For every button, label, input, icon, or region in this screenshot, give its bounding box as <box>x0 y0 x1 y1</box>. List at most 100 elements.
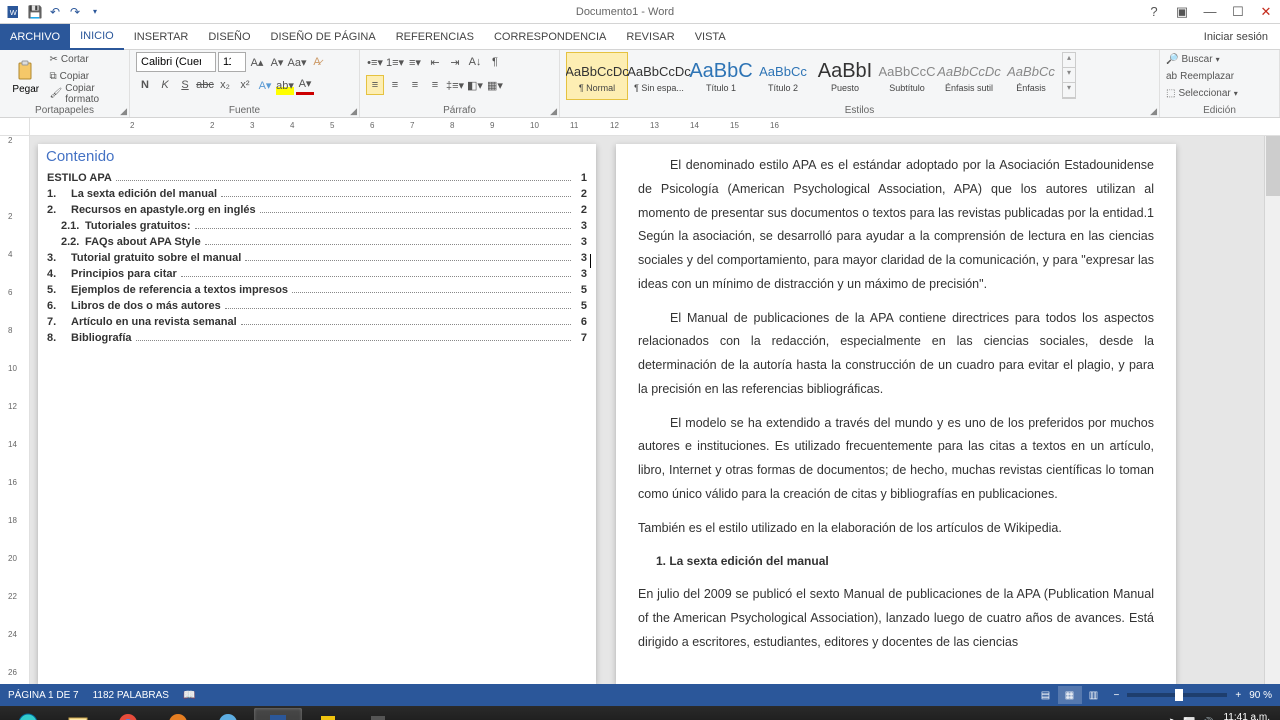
page-2[interactable]: El denominado estilo APA es el estándar … <box>616 144 1176 684</box>
align-right-icon[interactable]: ≡ <box>406 75 424 95</box>
read-mode-icon[interactable]: ▤ <box>1034 686 1058 704</box>
select-button[interactable]: ⬚Seleccionar▾ <box>1166 86 1273 101</box>
font-size-combo[interactable] <box>218 52 246 72</box>
tab-revisar[interactable]: REVISAR <box>616 24 684 50</box>
style-puesto[interactable]: AaBbIPuesto <box>814 52 876 100</box>
align-left-icon[interactable]: ≡ <box>366 75 384 95</box>
maximize-icon[interactable]: ☐ <box>1224 0 1252 24</box>
page-status[interactable]: PÁGINA 1 DE 7 <box>8 690 79 701</box>
notes-icon[interactable] <box>304 708 352 720</box>
outdent-icon[interactable]: ⇤ <box>426 52 444 72</box>
toc-entry[interactable]: ESTILO APA1 <box>47 170 587 186</box>
explorer-icon[interactable] <box>54 708 102 720</box>
toc-entry[interactable]: 2.1.Tutoriales gratuitos:3 <box>47 218 587 234</box>
shrink-font-icon[interactable]: A▾ <box>268 52 286 72</box>
close-icon[interactable]: ✕ <box>1252 0 1280 24</box>
change-case-icon[interactable]: Aa▾ <box>288 52 306 72</box>
app-icon[interactable] <box>204 708 252 720</box>
sort-icon[interactable]: A↓ <box>466 52 484 72</box>
superscript-icon[interactable]: x² <box>236 75 254 95</box>
toc-entry[interactable]: 3.Tutorial gratuito sobre el manual3 <box>47 250 587 266</box>
signin-link[interactable]: Iniciar sesión <box>1192 31 1280 43</box>
dialog-launcher-icon[interactable]: ◢ <box>350 106 357 117</box>
align-center-icon[interactable]: ≡ <box>386 75 404 95</box>
tab-diseño[interactable]: DISEÑO <box>198 24 260 50</box>
ie-icon[interactable] <box>4 708 52 720</box>
zoom-slider[interactable] <box>1127 693 1227 697</box>
style-sinespa[interactable]: AaBbCcDc¶ Sin espa... <box>628 52 690 100</box>
format-painter-button[interactable]: 🖌Copiar formato <box>50 86 123 101</box>
firefox-icon[interactable] <box>154 708 202 720</box>
word-count[interactable]: 1182 PALABRAS <box>93 690 169 701</box>
style-subttulo[interactable]: AaBbCcCSubtítulo <box>876 52 938 100</box>
qat-customize-icon[interactable]: ▾ <box>86 3 104 21</box>
toc-entry[interactable]: 5.Ejemplos de referencia a textos impres… <box>47 282 587 298</box>
font-name-combo[interactable] <box>136 52 216 72</box>
clear-format-icon[interactable]: A̷ <box>308 52 326 72</box>
toc-entry[interactable]: 6.Libros de dos o más autores5 <box>47 298 587 314</box>
multilevel-icon[interactable]: ≡▾ <box>406 52 424 72</box>
vertical-scrollbar[interactable] <box>1264 136 1280 684</box>
tab-insertar[interactable]: INSERTAR <box>124 24 199 50</box>
print-layout-icon[interactable]: ▦ <box>1058 686 1082 704</box>
app2-icon[interactable] <box>354 708 402 720</box>
tab-correspondencia[interactable]: CORRESPONDENCIA <box>484 24 616 50</box>
scrollbar-thumb[interactable] <box>1266 136 1280 196</box>
chrome-icon[interactable] <box>104 708 152 720</box>
dialog-launcher-icon[interactable]: ◢ <box>1150 106 1157 117</box>
borders-icon[interactable]: ▦▾ <box>486 75 504 95</box>
numbering-icon[interactable]: 1≡▾ <box>386 52 404 72</box>
grow-font-icon[interactable]: A▴ <box>248 52 266 72</box>
minimize-icon[interactable]: — <box>1196 0 1224 24</box>
underline-icon[interactable]: S <box>176 75 194 95</box>
find-button[interactable]: 🔎Buscar▾ <box>1166 52 1273 67</box>
style-ttulo1[interactable]: AaBbCTítulo 1 <box>690 52 752 100</box>
toc-entry[interactable]: 4.Principios para citar3 <box>47 266 587 282</box>
paste-button[interactable]: Pegar <box>6 52 46 102</box>
page-1[interactable]: Contenido ESTILO APA11.La sexta edición … <box>38 144 596 684</box>
indent-icon[interactable]: ⇥ <box>446 52 464 72</box>
style-nfasis[interactable]: AaBbCcÉnfasis <box>1000 52 1062 100</box>
word-taskbar-icon[interactable]: W <box>254 708 302 720</box>
bold-icon[interactable]: N <box>136 75 154 95</box>
dialog-launcher-icon[interactable]: ◢ <box>120 106 127 117</box>
style-nfasissutil[interactable]: AaBbCcDcÉnfasis sutil <box>938 52 1000 100</box>
cut-button[interactable]: ✂Cortar <box>50 52 123 67</box>
tab-diseño-de-página[interactable]: DISEÑO DE PÁGINA <box>261 24 386 50</box>
toc-entry[interactable]: 2.2.FAQs about APA Style3 <box>47 234 587 250</box>
toc-entry[interactable]: 2.Recursos en apastyle.org en inglés2 <box>47 202 587 218</box>
dialog-launcher-icon[interactable]: ◢ <box>550 106 557 117</box>
ribbon-display-icon[interactable]: ▣ <box>1168 0 1196 24</box>
tab-vista[interactable]: VISTA <box>685 24 736 50</box>
shading-icon[interactable]: ◧▾ <box>466 75 484 95</box>
undo-icon[interactable]: ↶ <box>46 3 64 21</box>
help-icon[interactable]: ? <box>1140 0 1168 24</box>
font-color-icon[interactable]: A▾ <box>296 75 314 95</box>
italic-icon[interactable]: K <box>156 75 174 95</box>
text-effects-icon[interactable]: A▾ <box>256 75 274 95</box>
tray-clock[interactable]: 11:41 a.m. 30/04/2014 <box>1220 712 1270 720</box>
zoom-level[interactable]: 90 % <box>1249 690 1272 701</box>
proofing-icon[interactable]: 📖 <box>183 690 195 701</box>
redo-icon[interactable]: ↷ <box>66 3 84 21</box>
style-normal[interactable]: AaBbCcDc¶ Normal <box>566 52 628 100</box>
show-marks-icon[interactable]: ¶ <box>486 52 504 72</box>
save-icon[interactable]: 💾 <box>26 3 44 21</box>
replace-button[interactable]: abReemplazar <box>1166 69 1273 84</box>
zoom-out-icon[interactable]: − <box>1114 690 1120 701</box>
strike-icon[interactable]: abc <box>196 75 214 95</box>
styles-scroll[interactable]: ▴▾▾ <box>1062 52 1076 99</box>
bullets-icon[interactable]: •≡▾ <box>366 52 384 72</box>
tab-referencias[interactable]: REFERENCIAS <box>386 24 484 50</box>
zoom-in-icon[interactable]: + <box>1235 690 1241 701</box>
toc-entry[interactable]: 7.Artículo en una revista semanal6 <box>47 314 587 330</box>
highlight-icon[interactable]: ab▾ <box>276 75 294 95</box>
subscript-icon[interactable]: x₂ <box>216 75 234 95</box>
vertical-ruler[interactable]: 22468101214161820222426 <box>0 136 30 684</box>
tab-inicio[interactable]: INICIO <box>70 24 124 50</box>
horizontal-ruler[interactable]: 22345678910111213141516 <box>30 118 1280 135</box>
line-spacing-icon[interactable]: ‡≡▾ <box>446 75 464 95</box>
toc-entry[interactable]: 1.La sexta edición del manual2 <box>47 186 587 202</box>
style-ttulo2[interactable]: AaBbCcTítulo 2 <box>752 52 814 100</box>
tab-archivo[interactable]: ARCHIVO <box>0 24 70 50</box>
